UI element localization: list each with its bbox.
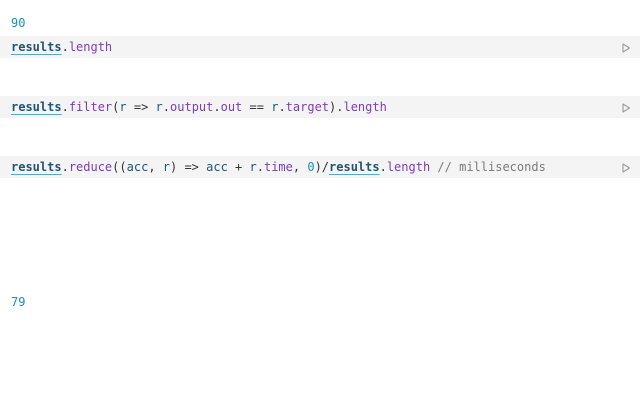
- code-token: ,: [148, 160, 163, 174]
- code-token: acc: [206, 160, 228, 174]
- code-token: output: [170, 100, 214, 114]
- code-token: 0: [307, 160, 315, 174]
- code-token: length: [343, 100, 387, 114]
- code-token: .: [162, 100, 171, 114]
- code-token: acc: [126, 160, 149, 174]
- code-token: r: [162, 160, 170, 174]
- code-token: .: [61, 160, 69, 174]
- run-cell-button[interactable]: [621, 162, 631, 173]
- cell-output-value: 79: [11, 295, 26, 309]
- variable-reference[interactable]: results: [11, 160, 62, 174]
- code-token: ==: [242, 100, 272, 114]
- code-token: ) =>: [170, 160, 207, 174]
- variable-reference[interactable]: results: [11, 100, 62, 114]
- code-line[interactable]: results.length: [11, 39, 112, 55]
- code-token: =>: [126, 100, 156, 114]
- cell-output-value: 90: [11, 16, 26, 30]
- code-token: r: [249, 160, 257, 174]
- code-token: .: [61, 40, 69, 54]
- code-token: length: [68, 40, 113, 54]
- code-token: .: [256, 160, 264, 174]
- code-token: time: [263, 160, 293, 174]
- code-token: filter: [68, 100, 113, 114]
- code-line[interactable]: results.filter(r => r.output.out == r.ta…: [11, 99, 387, 115]
- code-cell-2[interactable]: results.filter(r => r.output.out == r.ta…: [0, 96, 640, 118]
- code-cell-3[interactable]: results.reduce((acc, r) => acc + r.time,…: [0, 156, 640, 178]
- code-token: .: [61, 100, 69, 114]
- code-token: ,: [292, 160, 308, 174]
- variable-reference[interactable]: results: [11, 40, 62, 54]
- code-token: r: [119, 100, 127, 114]
- code-token: .: [278, 100, 286, 114]
- code-token: target: [285, 100, 330, 114]
- code-token: .: [379, 160, 387, 174]
- code-token: length: [386, 160, 431, 174]
- code-token: ((: [112, 160, 127, 174]
- code-token: ).: [329, 100, 344, 114]
- code-token: // milliseconds: [437, 160, 546, 174]
- variable-reference[interactable]: results: [329, 160, 380, 174]
- run-cell-button[interactable]: [621, 102, 631, 113]
- code-token: reduce: [68, 160, 113, 174]
- code-token: r: [155, 100, 163, 114]
- code-token: +: [227, 160, 250, 174]
- play-icon: [622, 43, 631, 53]
- code-cell-1[interactable]: results.length: [0, 36, 640, 58]
- run-cell-button[interactable]: [621, 42, 631, 53]
- code-token: out: [220, 100, 243, 114]
- code-line[interactable]: results.reduce((acc, r) => acc + r.time,…: [11, 159, 546, 175]
- code-token: )/: [314, 160, 330, 174]
- play-icon: [622, 103, 631, 113]
- play-icon: [622, 163, 631, 173]
- code-token: .: [213, 100, 221, 114]
